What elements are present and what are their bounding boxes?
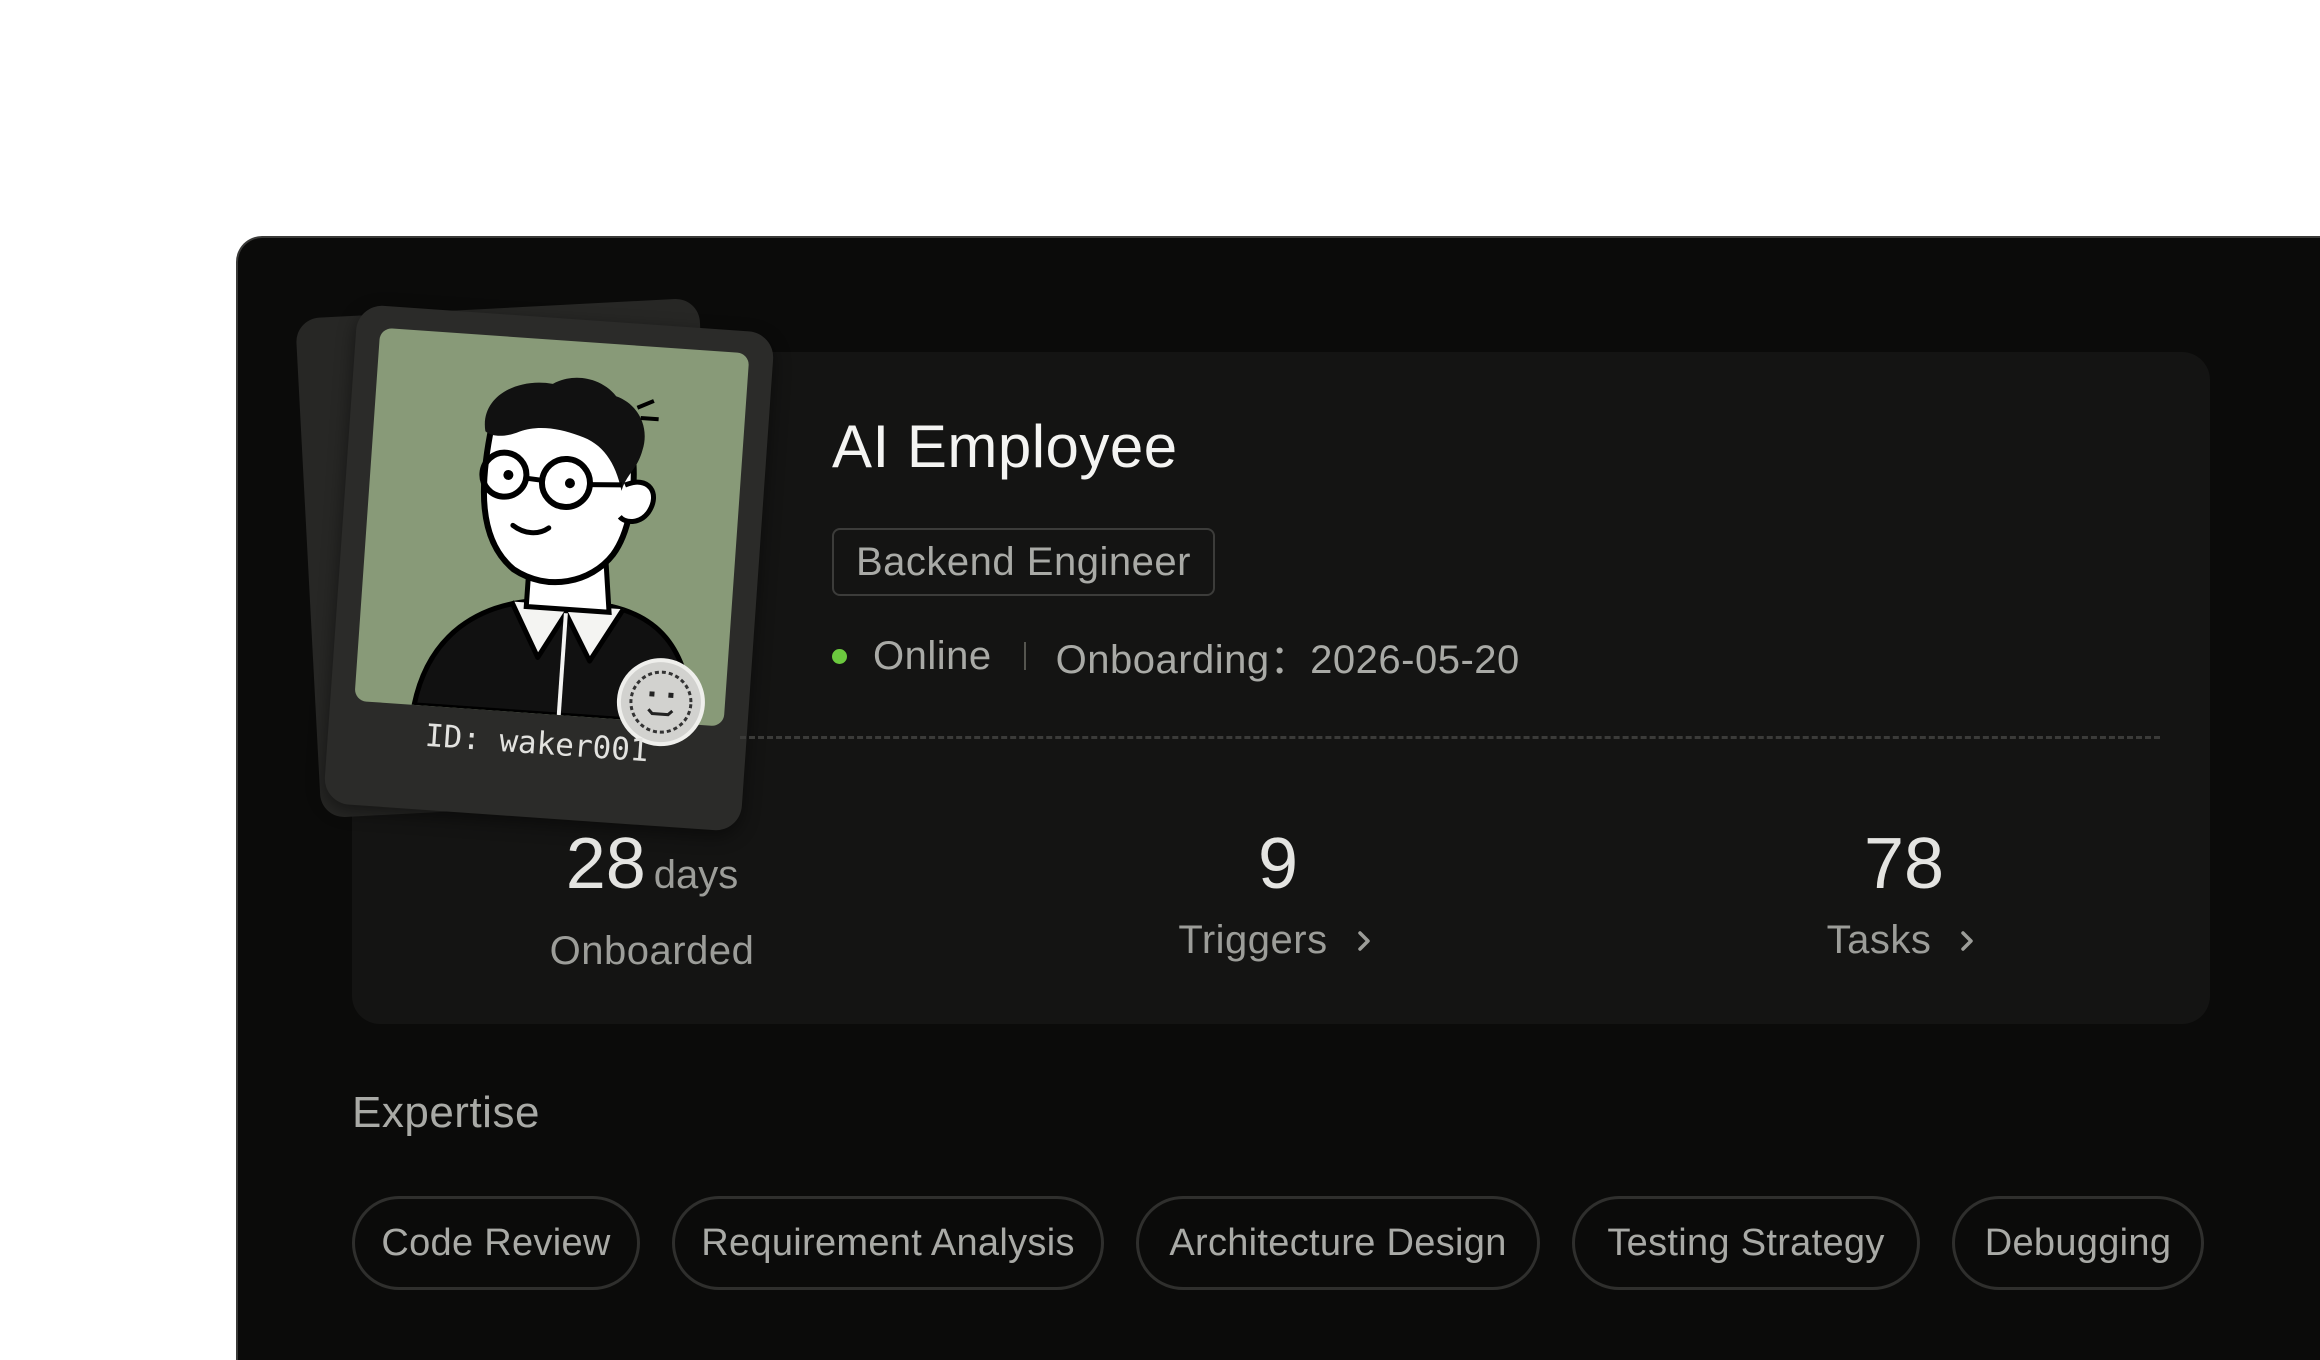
stat-tasks-label[interactable]: Tasks [1704, 918, 2104, 963]
onboarding-date: Onboarding：2026-05-20 [1055, 638, 1520, 682]
stat-onboarded: 28 days Onboarded [452, 820, 852, 974]
chevron-right-icon [1357, 930, 1370, 951]
status-divider [1023, 642, 1026, 670]
expertise-chip[interactable]: Architecture Design [1136, 1196, 1540, 1290]
expertise-chip[interactable]: Requirement Analysis [672, 1196, 1104, 1290]
stat-tasks-value: 78 [1863, 824, 1945, 904]
stat-tasks[interactable]: 78 Tasks [1704, 820, 2104, 963]
chevron-right-icon [1961, 930, 1974, 951]
stat-onboarded-label: Onboarded [452, 929, 852, 974]
expertise-title: Expertise [352, 1088, 540, 1137]
status-text: Online [873, 633, 992, 678]
stat-onboarded-label-text: Onboarded [549, 929, 755, 973]
stat-triggers-label[interactable]: Triggers [1078, 918, 1478, 963]
stat-triggers-label-text: Triggers [1178, 918, 1328, 962]
stat-onboarded-value-row: 28 days [452, 820, 852, 919]
id-card: ID: waker001 [323, 304, 775, 832]
dashed-divider [740, 736, 2160, 739]
status-row: Online Onboarding：2026-05-20 [832, 628, 1520, 684]
expertise-chip[interactable]: Code Review [352, 1196, 640, 1290]
stat-onboarded-value: 28 [565, 824, 646, 904]
stat-triggers-value: 9 [1257, 824, 1299, 904]
expertise-chip[interactable]: Debugging [1952, 1196, 2204, 1290]
stat-triggers[interactable]: 9 Triggers [1078, 820, 1478, 963]
role-tag: Backend Engineer [832, 528, 1215, 596]
online-status-dot-icon [832, 648, 847, 664]
stat-onboarded-unit: days [653, 853, 739, 897]
employee-name: AI Employee [832, 413, 1178, 480]
stat-tasks-label-text: Tasks [1826, 918, 1932, 962]
expertise-chip[interactable]: Testing Strategy [1572, 1196, 1920, 1290]
